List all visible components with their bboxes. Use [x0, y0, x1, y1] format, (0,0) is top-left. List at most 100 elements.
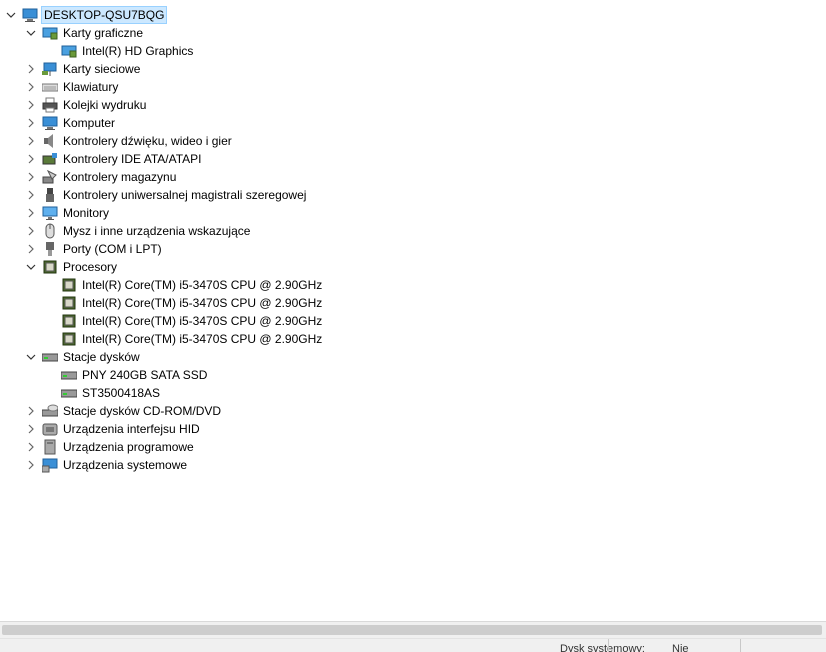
tree-item-label: Karty sieciowe — [63, 62, 141, 76]
chevron-right-icon[interactable] — [24, 456, 38, 474]
tree-category[interactable]: Karty graficzne — [0, 24, 820, 42]
tree-item-label: Urządzenia interfejsu HID — [63, 422, 200, 436]
network-adapter-icon — [42, 61, 58, 77]
port-icon — [42, 241, 58, 257]
tree-device[interactable]: PNY 240GB SATA SSD — [0, 366, 820, 384]
monitor-icon — [42, 205, 58, 221]
tree-category[interactable]: Porty (COM i LPT) — [0, 240, 820, 258]
tree-item-label: Kontrolery magazynu — [63, 170, 177, 184]
tree-category[interactable]: Mysz i inne urządzenia wskazujące — [0, 222, 820, 240]
tree-item-label: Intel(R) Core(TM) i5-3470S CPU @ 2.90GHz — [82, 332, 323, 346]
cdrom-icon — [41, 403, 59, 419]
tree-item-label: PNY 240GB SATA SSD — [82, 368, 208, 382]
chevron-right-icon[interactable] — [24, 168, 38, 186]
mouse-icon — [42, 223, 58, 239]
chevron-right-icon[interactable] — [24, 240, 38, 258]
chevron-down-icon[interactable] — [4, 6, 18, 24]
tree-category[interactable]: Kontrolery IDE ATA/ATAPI — [0, 150, 820, 168]
computer-icon — [22, 7, 38, 23]
tree-item-label: ST3500418AS — [82, 386, 161, 400]
usb-icon — [42, 187, 58, 203]
tree-category[interactable]: Stacje dysków — [0, 348, 820, 366]
tree-category[interactable]: Komputer — [0, 114, 820, 132]
computer-icon — [42, 115, 58, 131]
tree-category[interactable]: Karty sieciowe — [0, 60, 820, 78]
tree-device[interactable]: Intel(R) Core(TM) i5-3470S CPU @ 2.90GHz — [0, 330, 820, 348]
chevron-down-icon[interactable] — [24, 348, 38, 366]
tree-device[interactable]: Intel(R) HD Graphics — [0, 42, 820, 60]
processor-icon — [61, 313, 77, 329]
chevron-right-icon[interactable] — [24, 402, 38, 420]
status-value: Nie — [672, 643, 689, 652]
chevron-right-icon[interactable] — [24, 60, 38, 78]
tree-item-label: Intel(R) Core(TM) i5-3470S CPU @ 2.90GHz — [82, 278, 323, 292]
display-adapter-icon — [42, 25, 58, 41]
processor-icon — [61, 331, 77, 347]
tree-item-label: Urządzenia systemowe — [63, 458, 188, 472]
tree-item-label: Urządzenia programowe — [63, 440, 194, 454]
software-device-icon — [42, 439, 58, 455]
tree-category[interactable]: Urządzenia systemowe — [0, 456, 820, 474]
tree-item-label: Monitory — [63, 206, 110, 220]
chevron-down-icon[interactable] — [24, 258, 38, 276]
display-adapter-icon — [61, 43, 77, 59]
tree-item-label: Intel(R) Core(TM) i5-3470S CPU @ 2.90GHz — [82, 296, 323, 310]
tree-category[interactable]: Procesory — [0, 258, 820, 276]
tree-category[interactable]: Stacje dysków CD-ROM/DVD — [0, 402, 820, 420]
ide-controller-icon — [42, 151, 58, 167]
disk-drive-icon — [41, 349, 59, 365]
tree-item-label: Porty (COM i LPT) — [63, 242, 162, 256]
tree-category[interactable]: Kolejki wydruku — [0, 96, 820, 114]
status-label: Dysk systemowy: — [560, 643, 645, 652]
chevron-down-icon[interactable] — [24, 24, 38, 42]
disk-drive-icon — [60, 367, 78, 383]
horizontal-scrollbar[interactable] — [0, 621, 826, 639]
tree-device[interactable]: Intel(R) Core(TM) i5-3470S CPU @ 2.90GHz — [0, 276, 820, 294]
tree-device[interactable]: Intel(R) Core(TM) i5-3470S CPU @ 2.90GHz — [0, 294, 820, 312]
storage-controller-icon — [42, 169, 58, 185]
tree-item-label: Intel(R) HD Graphics — [82, 44, 194, 58]
keyboard-icon — [41, 79, 59, 95]
tree-device[interactable]: Intel(R) Core(TM) i5-3470S CPU @ 2.90GHz — [0, 312, 820, 330]
tree-item-label: Mysz i inne urządzenia wskazujące — [63, 224, 251, 238]
chevron-right-icon[interactable] — [24, 150, 38, 168]
computer-name-label: DESKTOP-QSU7BQG — [41, 6, 168, 24]
device-tree[interactable]: DESKTOP-QSU7BQG Karty graficzne Intel(R) H… — [0, 0, 826, 618]
tree-item-label: Kontrolery dźwięku, wideo i gier — [63, 134, 232, 148]
tree-item-label: Karty graficzne — [63, 26, 144, 40]
chevron-right-icon[interactable] — [24, 222, 38, 240]
chevron-right-icon[interactable] — [24, 420, 38, 438]
printer-icon — [42, 97, 58, 113]
status-separator — [608, 639, 609, 652]
chevron-right-icon[interactable] — [24, 132, 38, 150]
tree-item-label: Kolejki wydruku — [63, 98, 147, 112]
tree-category[interactable]: Klawiatury — [0, 78, 820, 96]
processor-icon — [42, 259, 58, 275]
tree-category[interactable]: Monitory — [0, 204, 820, 222]
tree-device[interactable]: ST3500418AS — [0, 384, 820, 402]
tree-category[interactable]: Kontrolery uniwersalnej magistrali szere… — [0, 186, 820, 204]
tree-category[interactable]: Kontrolery magazynu — [0, 168, 820, 186]
scrollbar-thumb[interactable] — [2, 625, 822, 635]
chevron-right-icon[interactable] — [24, 204, 38, 222]
chevron-right-icon[interactable] — [24, 186, 38, 204]
status-separator — [740, 639, 741, 652]
tree-item-label: Intel(R) Core(TM) i5-3470S CPU @ 2.90GHz — [82, 314, 323, 328]
tree-item-label: Stacje dysków — [63, 350, 140, 364]
chevron-right-icon[interactable] — [24, 78, 38, 96]
chevron-right-icon[interactable] — [24, 114, 38, 132]
chevron-right-icon[interactable] — [24, 438, 38, 456]
tree-category[interactable]: Urządzenia interfejsu HID — [0, 420, 820, 438]
processor-icon — [61, 295, 77, 311]
tree-item-label: Stacje dysków CD-ROM/DVD — [63, 404, 222, 418]
tree-item-label: Komputer — [63, 116, 116, 130]
processor-icon — [61, 277, 77, 293]
chevron-right-icon[interactable] — [24, 96, 38, 114]
speaker-icon — [42, 133, 58, 149]
tree-item-label: Kontrolery IDE ATA/ATAPI — [63, 152, 202, 166]
tree-category[interactable]: Urządzenia programowe — [0, 438, 820, 456]
tree-item-label: Procesory — [63, 260, 118, 274]
tree-category[interactable]: Kontrolery dźwięku, wideo i gier — [0, 132, 820, 150]
tree-root[interactable]: DESKTOP-QSU7BQG — [0, 6, 820, 24]
tree-item-label: Klawiatury — [63, 80, 119, 94]
